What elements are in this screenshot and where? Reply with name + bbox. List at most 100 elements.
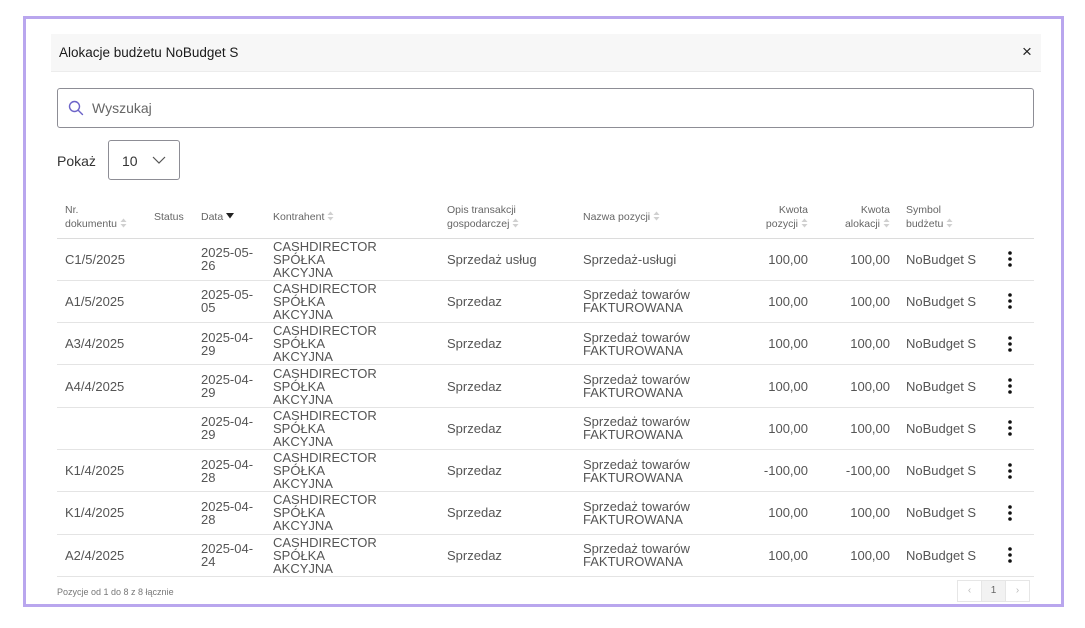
- cell-actions: [986, 449, 1034, 493]
- cell-item-name-line: FAKTUROWANA: [583, 300, 683, 316]
- column-header-date[interactable]: Data: [193, 196, 265, 239]
- cell-item-amount: 100,00: [718, 280, 816, 324]
- cell-contractor: CASHDIRECTOR SPÓŁKA AKCYJNA: [265, 491, 439, 535]
- column-header-line: Kwota: [778, 203, 808, 216]
- cell-date: 2025-04- 28: [193, 491, 265, 535]
- close-icon[interactable]: ×: [1017, 42, 1037, 62]
- cell-contractor-line: CASHDIRECTOR SPÓŁKA: [273, 450, 377, 479]
- cell-item-name: Sprzedaż towarów FAKTUROWANA: [575, 280, 718, 324]
- cell-contractor: CASHDIRECTOR SPÓŁKA AKCYJNA: [265, 238, 439, 281]
- cell-contractor: CASHDIRECTOR SPÓŁKA AKCYJNA: [265, 280, 439, 324]
- more-vertical-icon[interactable]: [1000, 503, 1020, 523]
- table-body: C1/5/2025 2025-05- 26 CASHDIRECTOR SPÓŁKA AK…: [57, 238, 1034, 577]
- next-page-button[interactable]: ›: [1005, 580, 1030, 602]
- page-size-select[interactable]: 10: [108, 140, 180, 180]
- more-vertical-icon[interactable]: [1000, 418, 1020, 438]
- search-input[interactable]: [92, 89, 1022, 127]
- table-row: A1/5/2025 2025-05- 05 CASHDIRECTOR SPÓŁKA AK…: [57, 280, 1034, 324]
- cell-item-amount: 100,00: [718, 491, 816, 535]
- cell-date: 2025-04- 29: [193, 364, 265, 408]
- search-box[interactable]: [57, 88, 1034, 128]
- cell-date: 2025-04- 29: [193, 407, 265, 450]
- column-header-allocation-amount[interactable]: Kwota alokacji: [816, 196, 898, 239]
- cell-item-amount: -100,00: [718, 449, 816, 493]
- cell-item-name: Sprzedaż towarów FAKTUROWANA: [575, 407, 718, 450]
- cell-document-number: K1/4/2025: [57, 491, 146, 535]
- sort-icon: [653, 211, 660, 221]
- column-header-document-number[interactable]: Nr. dokumentu: [57, 196, 146, 239]
- modal-dialog: Alokacje budżetu NoBudget S × Pokaż 10 N…: [23, 16, 1064, 607]
- column-header-item-amount[interactable]: Kwota pozycji: [718, 196, 816, 239]
- cell-status: [146, 534, 193, 577]
- column-header-status: Status: [146, 196, 193, 239]
- column-header-line: Kwota: [860, 203, 890, 216]
- column-header-contractor[interactable]: Kontrahent: [265, 196, 439, 239]
- cell-date-line: 05: [201, 300, 216, 316]
- column-header-budget-symbol[interactable]: Symbol budżetu: [898, 196, 986, 239]
- table-row: A3/4/2025 2025-04- 29 CASHDIRECTOR SPÓŁKA AK…: [57, 322, 1034, 366]
- cell-contractor-line: AKCYJNA: [273, 349, 333, 365]
- cell-contractor-line: CASHDIRECTOR SPÓŁKA: [273, 238, 377, 267]
- more-vertical-icon[interactable]: [1000, 334, 1020, 354]
- cell-document-number: A4/4/2025: [57, 364, 146, 408]
- cell-item-amount: 100,00: [718, 534, 816, 577]
- sort-icon: [946, 218, 953, 228]
- column-header-line: budżetu: [906, 217, 944, 230]
- cell-date-line: 28: [201, 511, 216, 527]
- sort-icon: [883, 218, 890, 228]
- cell-status: [146, 449, 193, 493]
- column-header-line: pozycji: [765, 217, 798, 230]
- cell-date-line: 24: [201, 554, 216, 570]
- cell-contractor-line: AKCYJNA: [273, 306, 333, 322]
- cell-contractor-line: AKCYJNA: [273, 476, 333, 492]
- cell-item-amount: 100,00: [718, 407, 816, 450]
- cell-document-number: A1/5/2025: [57, 280, 146, 324]
- cell-transaction-description: Sprzedaz: [439, 407, 575, 450]
- cell-status: [146, 491, 193, 535]
- column-header-label: Kontrahent: [273, 210, 325, 223]
- modal-title: Alokacje budżetu NoBudget S: [59, 45, 239, 60]
- more-vertical-icon[interactable]: [1000, 545, 1020, 565]
- page-button-current[interactable]: 1: [981, 580, 1006, 602]
- cell-allocation-amount: 100,00: [816, 364, 898, 408]
- column-header-item-name[interactable]: Nazwa pozycji: [575, 196, 718, 239]
- cell-document-number: A2/4/2025: [57, 534, 146, 577]
- column-header-transaction-description[interactable]: Opis transakcji gospodarczej: [439, 196, 575, 239]
- cell-item-name: Sprzedaż towarów FAKTUROWANA: [575, 491, 718, 535]
- table-row: 2025-04- 29 CASHDIRECTOR SPÓŁKA AKCYJNA Sprz…: [57, 407, 1034, 450]
- search-icon: [68, 100, 84, 116]
- table-row: K1/4/2025 2025-04- 28 CASHDIRECTOR SPÓŁKA AK…: [57, 449, 1034, 493]
- cell-status: [146, 322, 193, 366]
- cell-allocation-amount: 100,00: [816, 322, 898, 366]
- cell-budget-symbol: NoBudget S: [898, 322, 986, 366]
- cell-date: 2025-04- 28: [193, 449, 265, 493]
- cell-document-number: C1/5/2025: [57, 238, 146, 281]
- more-vertical-icon[interactable]: [1000, 249, 1020, 269]
- cell-item-name-line: FAKTUROWANA: [583, 469, 683, 485]
- cell-date-line: 29: [201, 427, 216, 443]
- cell-contractor: CASHDIRECTOR SPÓŁKA AKCYJNA: [265, 449, 439, 493]
- column-header-label: Nazwa pozycji: [583, 210, 651, 223]
- cell-contractor-line: AKCYJNA: [273, 560, 333, 576]
- cell-budget-symbol: NoBudget S: [898, 491, 986, 535]
- cell-contractor: CASHDIRECTOR SPÓŁKA AKCYJNA: [265, 407, 439, 450]
- cell-actions: [986, 322, 1034, 366]
- cell-actions: [986, 364, 1034, 408]
- cell-item-name-line: FAKTUROWANA: [583, 511, 683, 527]
- prev-page-button[interactable]: ‹: [957, 580, 982, 602]
- cell-item-name-line: FAKTUROWANA: [583, 385, 683, 401]
- more-vertical-icon[interactable]: [1000, 291, 1020, 311]
- cell-transaction-description: Sprzedaz: [439, 322, 575, 366]
- sort-icon: [120, 218, 127, 228]
- page-size-value: 10: [122, 153, 138, 169]
- cell-actions: [986, 407, 1034, 450]
- column-header-line: Opis transakcji: [447, 203, 516, 216]
- cell-contractor-line: AKCYJNA: [273, 518, 333, 534]
- cell-contractor-line: AKCYJNA: [273, 391, 333, 407]
- cell-item-amount: 100,00: [718, 322, 816, 366]
- cell-budget-symbol: NoBudget S: [898, 407, 986, 450]
- more-vertical-icon[interactable]: [1000, 461, 1020, 481]
- more-vertical-icon[interactable]: [1000, 376, 1020, 396]
- pagination: ‹ 1 ›: [957, 580, 1030, 602]
- cell-item-name-line: Sprzedaż-usługi: [583, 251, 677, 267]
